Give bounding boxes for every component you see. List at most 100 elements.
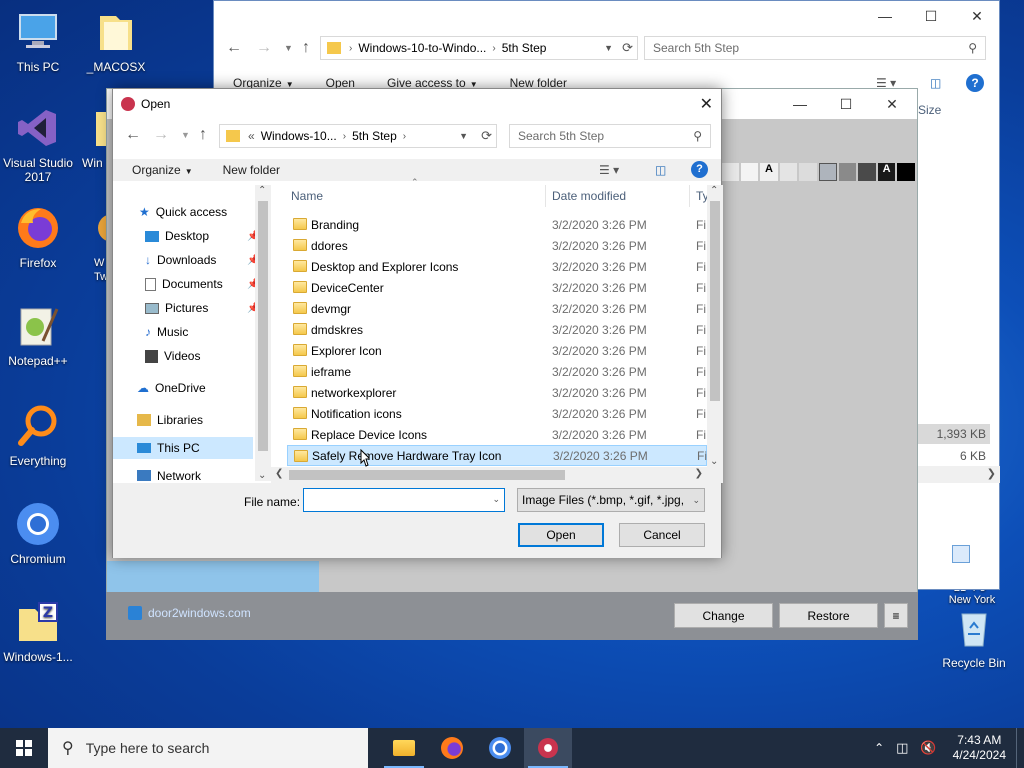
nav-documents[interactable]: Documents 📌: [145, 277, 259, 291]
notification-icon[interactable]: [1016, 728, 1024, 768]
breadcrumb-item[interactable]: 5th Step: [346, 129, 403, 143]
list-item[interactable]: devmgr 3/2/2020 3:26 PM Fi: [287, 298, 707, 319]
forward-arrow-icon[interactable]: →: [256, 39, 272, 57]
chevron-down-icon[interactable]: ▼: [459, 131, 468, 141]
dialog-title-bar[interactable]: Open ✕: [113, 89, 721, 119]
nav-quick-access[interactable]: ★ Quick access: [139, 205, 227, 219]
breadcrumb-item[interactable]: Windows-10-to-Windo...: [352, 41, 492, 55]
color-swatch[interactable]: [721, 163, 739, 181]
desktop-icon-windows-zip[interactable]: Z Windows-1...: [0, 598, 76, 664]
nav-libraries[interactable]: Libraries: [137, 413, 203, 427]
preview-pane-icon[interactable]: ◫: [930, 76, 941, 90]
address-bar[interactable]: « Windows-10... › 5th Step › ▼ ⟳: [219, 124, 497, 148]
address-bar[interactable]: › Windows-10-to-Windo... › 5th Step ▼ ⟳: [320, 36, 638, 60]
column-date-modified[interactable]: Date modified: [552, 189, 626, 203]
file-type-select[interactable]: Image Files (*.bmp, *.gif, *.jpg, ⌄: [517, 488, 705, 512]
desktop-icon-recycle-bin[interactable]: Recycle Bin: [936, 604, 1012, 670]
details-view-icon[interactable]: [952, 545, 970, 563]
list-item[interactable]: ieframe 3/2/2020 3:26 PM Fi: [287, 361, 707, 382]
site-link[interactable]: door2windows.com: [128, 606, 251, 620]
chevron-left-icon[interactable]: ❮: [275, 468, 283, 479]
minimize-button[interactable]: —: [862, 1, 908, 31]
breadcrumb-item[interactable]: 5th Step: [496, 41, 553, 55]
file-list-hscrollbar[interactable]: ❮ ❯: [271, 467, 723, 483]
close-button[interactable]: ✕: [869, 89, 915, 119]
list-item[interactable]: Desktop and Explorer Icons 3/2/2020 3:26 …: [287, 256, 707, 277]
scroll-thumb[interactable]: [258, 201, 268, 451]
file-name-input[interactable]: ⌄: [303, 488, 505, 512]
list-item[interactable]: Explorer Icon 3/2/2020 3:26 PM Fi: [287, 340, 707, 361]
color-palette[interactable]: A A: [721, 163, 915, 185]
back-arrow-icon[interactable]: ←: [226, 39, 242, 57]
list-item[interactable]: dmdskres 3/2/2020 3:26 PM Fi: [287, 319, 707, 340]
chevron-down-icon[interactable]: ▼: [181, 130, 190, 140]
list-item[interactable]: Replace Device Icons 3/2/2020 3:26 PM Fi: [287, 424, 707, 445]
breadcrumb-overflow[interactable]: «: [248, 129, 255, 143]
color-swatch[interactable]: [838, 163, 857, 181]
color-swatch[interactable]: A: [877, 163, 896, 181]
chevron-down-icon[interactable]: ▼: [604, 43, 613, 53]
taskbar-chromium[interactable]: [476, 728, 524, 768]
nav-onedrive[interactable]: ☁ OneDrive: [137, 381, 206, 395]
chevron-down-icon[interactable]: ⌄: [710, 456, 718, 467]
chevron-down-icon[interactable]: ⌄: [492, 494, 500, 505]
help-icon[interactable]: ?: [966, 74, 984, 92]
refresh-icon[interactable]: ⟳: [481, 128, 492, 144]
column-name[interactable]: Name: [291, 189, 323, 203]
nav-scrollbar[interactable]: ⌃ ⌄: [255, 185, 271, 481]
scroll-thumb[interactable]: [289, 470, 565, 480]
column-type[interactable]: Ty: [696, 189, 707, 203]
view-options-icon[interactable]: ☰ ▾: [599, 163, 619, 177]
color-swatch[interactable]: [779, 163, 798, 181]
color-swatch[interactable]: [818, 163, 837, 181]
back-arrow-icon[interactable]: ←: [125, 126, 141, 144]
open-button[interactable]: Open: [518, 523, 604, 547]
help-icon[interactable]: ?: [691, 161, 708, 178]
search-input[interactable]: Search 5th Step ⚲: [644, 36, 986, 60]
desktop-icon-macosx[interactable]: _MACOSX: [78, 8, 154, 74]
chevron-up-icon[interactable]: ⌃: [258, 185, 266, 196]
color-swatch[interactable]: [897, 163, 915, 181]
desktop-icon-this-pc[interactable]: This PC: [0, 8, 76, 74]
file-list-scrollbar[interactable]: ⌃ ⌄: [707, 185, 723, 467]
clock[interactable]: 7:43 AM 4/24/2024: [943, 733, 1016, 763]
chevron-down-icon[interactable]: ⌄: [690, 489, 700, 511]
open-file-dialog[interactable]: Open ✕ ← → ▼ ↑ « Windows-10... › 5th Ste…: [112, 88, 723, 558]
minimize-button[interactable]: —: [777, 89, 823, 119]
color-swatch[interactable]: [858, 163, 876, 181]
desktop-icon-chromium[interactable]: Chromium: [0, 500, 76, 566]
list-item[interactable]: Branding 3/2/2020 3:26 PM Fi: [287, 214, 707, 235]
color-swatch[interactable]: [740, 163, 759, 181]
up-arrow-icon[interactable]: ↑: [302, 39, 310, 57]
volume-muted-icon[interactable]: 🔇: [914, 740, 942, 756]
maximize-button[interactable]: ☐: [908, 1, 954, 31]
taskbar-search-input[interactable]: ⚲ Type here to search: [48, 728, 368, 768]
new-folder-button[interactable]: New folder: [214, 163, 289, 177]
refresh-icon[interactable]: ⟳: [622, 40, 633, 56]
color-swatch[interactable]: [799, 163, 817, 181]
chevron-down-icon[interactable]: ⌄: [258, 470, 266, 481]
desktop-icon-visual-studio[interactable]: Visual Studio 2017: [0, 104, 76, 184]
size-column-header[interactable]: Size: [918, 103, 941, 117]
list-item-selected[interactable]: Safely Remove Hardware Tray Icon 3/2/2020…: [287, 445, 707, 466]
forward-arrow-icon[interactable]: →: [153, 126, 169, 144]
chevron-right-icon[interactable]: ❯: [987, 467, 996, 480]
title-bar[interactable]: — ☐ ✕: [214, 1, 999, 33]
start-button[interactable]: [0, 728, 48, 768]
chevron-right-icon[interactable]: ❯: [695, 468, 703, 479]
preview-pane-icon[interactable]: ◫: [655, 163, 666, 177]
navigation-pane[interactable]: ★ Quick access Desktop 📌 ↓ Downloads 📌 Docum…: [113, 185, 271, 481]
desktop-icon-firefox[interactable]: Firefox: [0, 204, 76, 270]
menu-button[interactable]: ≡: [884, 603, 908, 628]
nav-videos[interactable]: Videos: [145, 349, 200, 363]
nav-desktop[interactable]: Desktop 📌: [145, 229, 259, 243]
network-icon[interactable]: ◫: [890, 740, 914, 756]
restore-button[interactable]: Restore: [779, 603, 878, 628]
nav-pictures[interactable]: Pictures 📌: [145, 301, 259, 315]
chevron-up-icon[interactable]: ⌃: [868, 741, 890, 755]
taskbar-file-explorer[interactable]: [380, 728, 428, 768]
chevron-up-icon[interactable]: ⌃: [710, 185, 718, 196]
list-item[interactable]: ddores 3/2/2020 3:26 PM Fi: [287, 235, 707, 256]
list-item[interactable]: networkexplorer 3/2/2020 3:26 PM Fi: [287, 382, 707, 403]
organize-menu[interactable]: Organize ▼: [123, 163, 202, 177]
